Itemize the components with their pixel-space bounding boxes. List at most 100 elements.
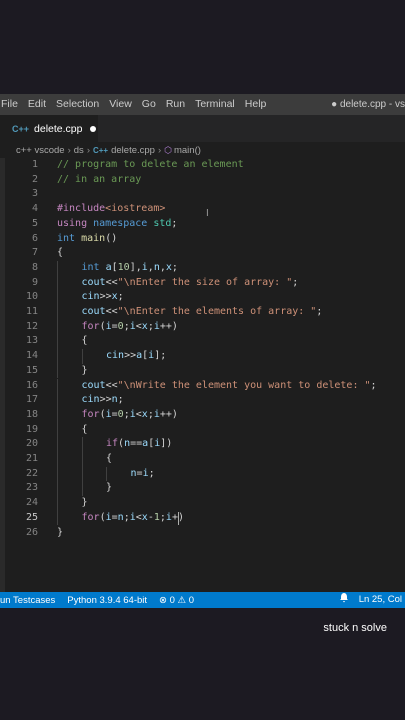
code-line[interactable]: 8 int a[10],i,n,x; (0, 260, 405, 276)
code-text: } (106, 481, 112, 496)
code-token: { (81, 335, 88, 347)
line-number: 6 (31, 232, 38, 244)
code-token: ]) (160, 438, 173, 450)
code-token: { (81, 423, 88, 435)
menu-terminal[interactable]: Terminal (190, 94, 240, 115)
line-number: 15 (25, 364, 38, 376)
code-token: for (81, 408, 100, 420)
code-token: ++) (159, 408, 178, 420)
menu-edit[interactable]: Edit (23, 94, 51, 115)
code-line[interactable]: 24} (0, 496, 405, 511)
tab-delete-cpp[interactable]: C++ delete.cpp (0, 115, 98, 142)
code-line[interactable]: 23} (0, 481, 405, 497)
menu-view[interactable]: View (104, 94, 137, 115)
breadcrumb-folder-root[interactable]: c++ vscode (16, 145, 65, 156)
line-number: 24 (25, 497, 38, 509)
code-line[interactable]: 14 cin>>a[i]; (0, 349, 405, 364)
line-number: 18 (25, 408, 38, 420)
code-token: "\nWrite the element you want to delete:… (117, 379, 371, 391)
breadcrumb-function[interactable]: main() (174, 145, 201, 156)
line-number: 13 (25, 335, 38, 347)
menu-run[interactable]: Run (161, 94, 190, 115)
code-token: ) (177, 511, 184, 523)
code-token: // in an array (57, 173, 142, 185)
code-text: { (106, 452, 112, 467)
problems-count[interactable]: ⊗ 0 ⚠ 0 (159, 595, 194, 606)
indent-guide (106, 466, 107, 482)
code-token: } (57, 526, 64, 538)
python-interpreter[interactable]: Python 3.9.4 64-bit (67, 595, 147, 606)
code-token: ; (316, 306, 323, 317)
menu-help[interactable]: Help (240, 94, 272, 115)
line-number: 7 (31, 247, 38, 259)
menu-selection[interactable]: Selection (51, 94, 104, 115)
code-text: #include<iostream> (57, 202, 165, 217)
indent-guide (57, 378, 58, 394)
tab-label: delete.cpp (34, 122, 83, 135)
line-number: 21 (25, 453, 38, 464)
code-token: << (105, 276, 118, 288)
code-line[interactable]: 7{ (0, 246, 405, 261)
code-line[interactable]: 3 (0, 187, 405, 202)
code-editor[interactable]: I 1// program to delete an element 2// in… (0, 158, 405, 592)
code-line[interactable]: 22 n=i; (0, 466, 405, 482)
indent-guide (57, 452, 58, 467)
status-bar: un Testcases Python 3.9.4 64-bit ⊗ 0 ⚠ 0… (0, 592, 405, 608)
menu-go[interactable]: Go (137, 94, 161, 115)
breadcrumb: c++ vscode › ds › C++ delete.cpp › ⬡ mai… (0, 142, 405, 158)
code-line[interactable]: 19 { (0, 422, 405, 438)
code-line[interactable]: 11 cout<<"\nEnter the elements of array: … (0, 305, 405, 320)
code-token: #include (57, 203, 106, 215)
code-text: // in an array (57, 173, 141, 188)
code-line[interactable]: 6 int main() (0, 232, 405, 247)
indent-guide (57, 260, 58, 276)
run-testcases-button[interactable]: un Testcases (0, 595, 55, 606)
code-text: cout<<"\nEnter the size of array: "; (82, 276, 299, 291)
code-token: cout (81, 276, 106, 288)
code-line[interactable]: 25 for(i=n;i<x-1;i+) (0, 510, 405, 526)
bell-icon[interactable] (339, 592, 349, 608)
code-line[interactable]: 5 using namespace std; (0, 217, 405, 232)
code-line[interactable]: 9 cout<<"\nEnter the size of array: "; (0, 275, 405, 291)
line-number: 26 (25, 526, 38, 538)
code-token: >> (99, 291, 112, 303)
code-token: int (81, 261, 100, 273)
code-line[interactable]: 20 if(n==a[i]) (0, 437, 405, 452)
cursor-position[interactable]: Ln 25, Col (359, 592, 402, 608)
code-line[interactable]: 12 for(i=0;i<x;i++) (0, 319, 405, 335)
indent-guide (57, 422, 58, 438)
code-text: cin>>x; (82, 290, 124, 305)
code-text: int main() (57, 232, 117, 247)
code-text: } (82, 364, 88, 379)
code-line[interactable]: 13 { (0, 334, 405, 350)
indent-guide (57, 481, 58, 497)
code-token: ++) (159, 320, 178, 332)
code-line[interactable]: 21 { (0, 452, 405, 467)
code-token: { (106, 453, 113, 464)
menu-file[interactable]: File (0, 94, 23, 115)
code-line[interactable]: 10 cin>>x; (0, 290, 405, 305)
code-line[interactable]: 26} (0, 526, 405, 541)
code-line[interactable]: 4 #include<iostream> (0, 202, 405, 217)
code-token: } (81, 364, 88, 376)
code-line[interactable]: 2 // in an array (0, 173, 405, 188)
line-number: 22 (25, 467, 38, 479)
code-line[interactable]: 16 cout<<"\nWrite the element you want to… (0, 378, 405, 394)
indent-guide (57, 407, 58, 423)
code-line[interactable]: 1 // program to delete an element (0, 158, 405, 173)
menu-bar: File Edit Selection View Go Run Terminal… (0, 94, 405, 115)
code-text: if(n==a[i]) (106, 437, 172, 452)
unsaved-dot-icon[interactable] (90, 125, 97, 132)
breadcrumb-folder-ds[interactable]: ds (74, 145, 84, 156)
code-token: << (105, 379, 118, 391)
code-token: } (106, 482, 113, 494)
indent-guide (81, 481, 83, 497)
line-number: 19 (25, 423, 38, 435)
code-token: cin (81, 291, 100, 303)
breadcrumb-file[interactable]: delete.cpp (111, 145, 155, 156)
code-line[interactable]: 17 cin>>n; (0, 393, 405, 408)
code-line[interactable]: 15} (0, 363, 405, 379)
code-token: >> (99, 394, 112, 406)
code-line[interactable]: 18 for(i=0;i<x;i++) (0, 407, 405, 423)
code-token: { (57, 247, 64, 259)
